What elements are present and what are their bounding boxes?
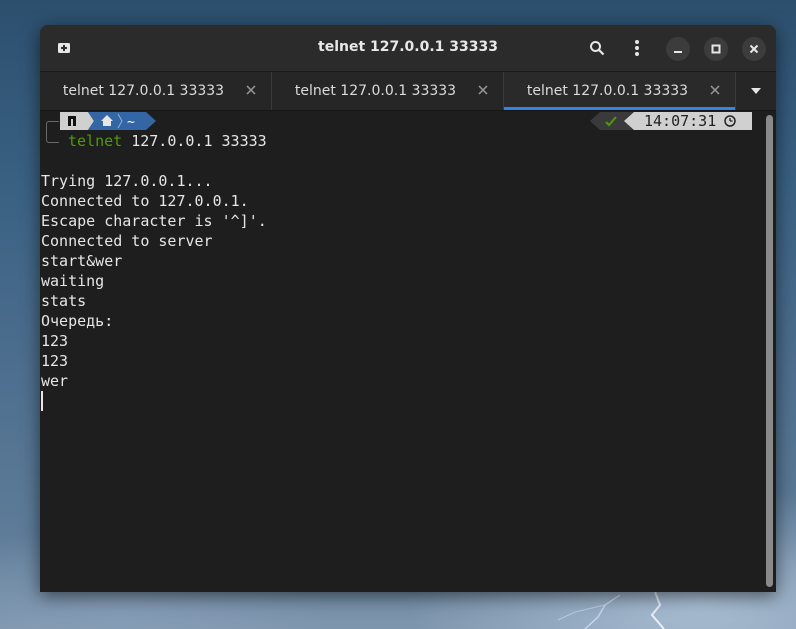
output-line: Connected to 127.0.0.1. [41, 192, 249, 210]
prompt-time: 14:07:31 [644, 112, 717, 130]
output-line: start&wer [41, 252, 123, 270]
command-name: telnet [68, 132, 123, 150]
prompt-path: ~ [127, 115, 135, 130]
search-icon [590, 41, 605, 56]
output-line: Очередь: [41, 312, 114, 330]
output-line: Trying 127.0.0.1... [41, 172, 213, 190]
output-line: 123 [41, 352, 69, 370]
minimize-button[interactable] [666, 37, 690, 61]
output-line: wer [41, 372, 69, 390]
output-line: Connected to server [41, 232, 213, 250]
close-window-button[interactable] [742, 37, 766, 61]
command-args: 127.0.0.1 33333 [122, 132, 267, 150]
maximize-button[interactable] [704, 37, 728, 61]
tab-close-icon[interactable] [709, 84, 721, 96]
terminal-window: telnet 127.0.0.1 33333 telnet 127.0.0.1 … [40, 25, 776, 592]
scrollbar[interactable] [764, 111, 776, 592]
output-line: 123 [41, 332, 69, 350]
tab-2[interactable]: telnet 127.0.0.1 33333 [272, 72, 504, 110]
scrollbar-thumb[interactable] [766, 115, 773, 587]
search-button[interactable] [585, 36, 609, 60]
output-line: waiting [41, 272, 105, 290]
tab-bar: telnet 127.0.0.1 33333 telnet 127.0.0.1 … [40, 72, 776, 111]
prompt-os-segment [60, 112, 88, 130]
minimize-icon [674, 51, 682, 53]
tab-close-icon[interactable] [477, 84, 489, 96]
menu-button[interactable] [625, 36, 649, 60]
text-cursor [41, 391, 43, 411]
tab-label: telnet 127.0.0.1 33333 [526, 83, 689, 99]
prompt-bracket [46, 121, 59, 143]
command-line: telnet 127.0.0.1 33333 [68, 131, 267, 151]
arch-linux-icon [68, 116, 76, 126]
tab-label: telnet 127.0.0.1 33333 [294, 83, 457, 99]
output-line: Escape character is '^]'. [41, 212, 267, 230]
tab-3[interactable]: telnet 127.0.0.1 33333 [504, 72, 736, 110]
tab-close-icon[interactable] [245, 84, 257, 96]
tab-label: telnet 127.0.0.1 33333 [62, 83, 225, 99]
terminal-output: Trying 127.0.0.1... Connected to 127.0.0.… [41, 171, 267, 391]
maximize-icon [711, 44, 721, 54]
header-bar: telnet 127.0.0.1 33333 [40, 25, 776, 72]
terminal-view[interactable]: ~ telnet 127.0.0.1 33333 14:07:31 Trying… [40, 111, 776, 592]
chevron-down-icon [751, 88, 761, 94]
output-line: stats [41, 292, 87, 310]
prompt-path-segment: ~ [88, 112, 156, 130]
tab-list-button[interactable] [736, 72, 776, 110]
tab-1[interactable]: telnet 127.0.0.1 33333 [40, 72, 272, 110]
kebab-menu-icon [635, 40, 639, 56]
close-icon [749, 44, 759, 54]
